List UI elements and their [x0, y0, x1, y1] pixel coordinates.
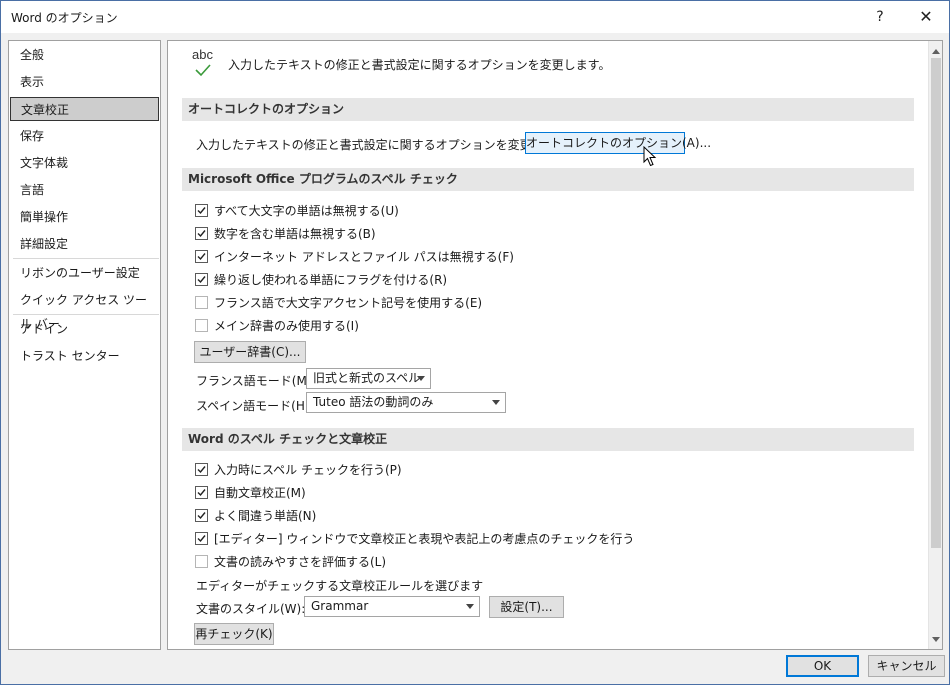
sidebar-item-display[interactable]: 表示 — [10, 70, 159, 94]
spanish-mode-select[interactable]: Tuteo 語法の動詞のみ — [306, 392, 506, 413]
grammar-rules-label: エディターがチェックする文章校正ルールを選びます — [196, 579, 484, 593]
section-word-spelling: Word のスペル チェックと文章校正 — [182, 428, 914, 451]
vertical-scrollbar[interactable] — [928, 41, 942, 649]
sidebar-item-proofing[interactable]: 文章校正 — [10, 97, 159, 121]
title-bar: Word のオプション ? ✕ — [1, 1, 949, 33]
category-sidebar: 全般 表示 文章校正 保存 文字体裁 言語 簡単操作 詳細設定 リボンのユーザー… — [8, 40, 161, 650]
french-mode-label: フランス語モード(M): — [196, 374, 316, 388]
chevron-down-icon — [417, 376, 425, 381]
page-description: 入力したテキストの修正と書式設定に関するオプションを変更します。 — [228, 58, 611, 72]
section-office-spelling: Microsoft Office プログラムのスペル チェック — [182, 168, 914, 191]
checkbox-frequently-confused-words[interactable]: よく間違う単語(N) — [195, 507, 316, 525]
checkbox-ignore-uppercase[interactable]: すべて大文字の単語は無視する(U) — [195, 202, 399, 220]
sidebar-item-customize-ribbon[interactable]: リボンのユーザー設定 — [10, 261, 159, 285]
sidebar-item-save[interactable]: 保存 — [10, 124, 159, 148]
section-autocorrect: オートコレクトのオプション — [182, 98, 914, 121]
mouse-pointer-icon — [643, 146, 657, 167]
cancel-button[interactable]: キャンセル — [868, 655, 945, 677]
checkbox-flag-repeated-words[interactable]: 繰り返し使われる単語にフラグを付ける(R) — [195, 271, 447, 289]
checkbox-readability-statistics[interactable]: 文書の読みやすさを評価する(L) — [195, 553, 386, 571]
custom-dictionaries-button[interactable]: ユーザー辞書(C)... — [194, 341, 306, 363]
grammar-settings-button[interactable]: 設定(T)... — [489, 596, 564, 618]
sidebar-item-accessibility[interactable]: 簡単操作 — [10, 205, 159, 229]
abc-icon-text: abc — [192, 47, 213, 62]
sidebar-item-trust-center[interactable]: トラスト センター — [10, 344, 159, 368]
writing-style-select[interactable]: Grammar — [304, 596, 480, 617]
recheck-document-button[interactable]: 再チェック(K) — [194, 623, 274, 645]
chevron-down-icon — [492, 400, 500, 405]
sidebar-item-typography[interactable]: 文字体裁 — [10, 151, 159, 175]
spanish-mode-label: スペイン語モード(H): — [196, 399, 314, 413]
autocorrect-description: 入力したテキストの修正と書式設定に関するオプションを変更します。 — [196, 138, 579, 152]
sidebar-divider — [13, 258, 159, 259]
sidebar-divider — [13, 314, 159, 315]
options-dialog: Word のオプション ? ✕ 全般 表示 文章校正 保存 文字体裁 言語 簡単… — [0, 0, 950, 685]
sidebar-item-quick-access-toolbar[interactable]: クイック アクセス ツール バー — [10, 288, 159, 331]
sidebar-item-language[interactable]: 言語 — [10, 178, 159, 202]
window-title: Word のオプション — [11, 11, 118, 25]
close-button[interactable]: ✕ — [903, 1, 949, 33]
checkbox-main-dictionary-only[interactable]: メイン辞書のみ使用する(I) — [195, 317, 359, 335]
scroll-up-arrow-icon[interactable] — [932, 49, 940, 54]
checkbox-auto-proofing[interactable]: 自動文章校正(M) — [195, 484, 306, 502]
checkbox-editor-pane-grammar[interactable]: [エディター] ウィンドウで文章校正と表現や表記上の考慮点のチェックを行う — [195, 530, 634, 548]
sidebar-item-addins[interactable]: アドイン — [10, 317, 159, 341]
checkbox-ignore-numbers[interactable]: 数字を含む単語は無視する(B) — [195, 225, 376, 243]
scroll-down-arrow-icon[interactable] — [932, 637, 940, 642]
checkbox-french-uppercase-accent[interactable]: フランス語で大文字アクセント記号を使用する(E) — [195, 294, 482, 312]
chevron-down-icon — [466, 604, 474, 609]
scrollbar-thumb[interactable] — [931, 58, 941, 548]
checkbox-check-spelling-as-you-type[interactable]: 入力時にスペル チェックを行う(P) — [195, 461, 402, 479]
autocorrect-options-button[interactable]: オートコレクトのオプション(A)... — [525, 132, 711, 154]
writing-style-label: 文書のスタイル(W): — [196, 602, 306, 616]
sidebar-item-general[interactable]: 全般 — [10, 43, 159, 67]
checkbox-ignore-internet-addresses[interactable]: インターネット アドレスとファイル パスは無視する(F) — [195, 248, 514, 266]
abc-check-icon: abc — [190, 47, 220, 79]
ok-button[interactable]: OK — [786, 655, 859, 677]
help-button[interactable]: ? — [857, 1, 903, 33]
proofing-panel: abc 入力したテキストの修正と書式設定に関するオプションを変更します。 オート… — [167, 40, 943, 650]
sidebar-item-advanced[interactable]: 詳細設定 — [10, 232, 159, 256]
french-mode-select[interactable]: 旧式と新式のスペル — [306, 368, 431, 389]
